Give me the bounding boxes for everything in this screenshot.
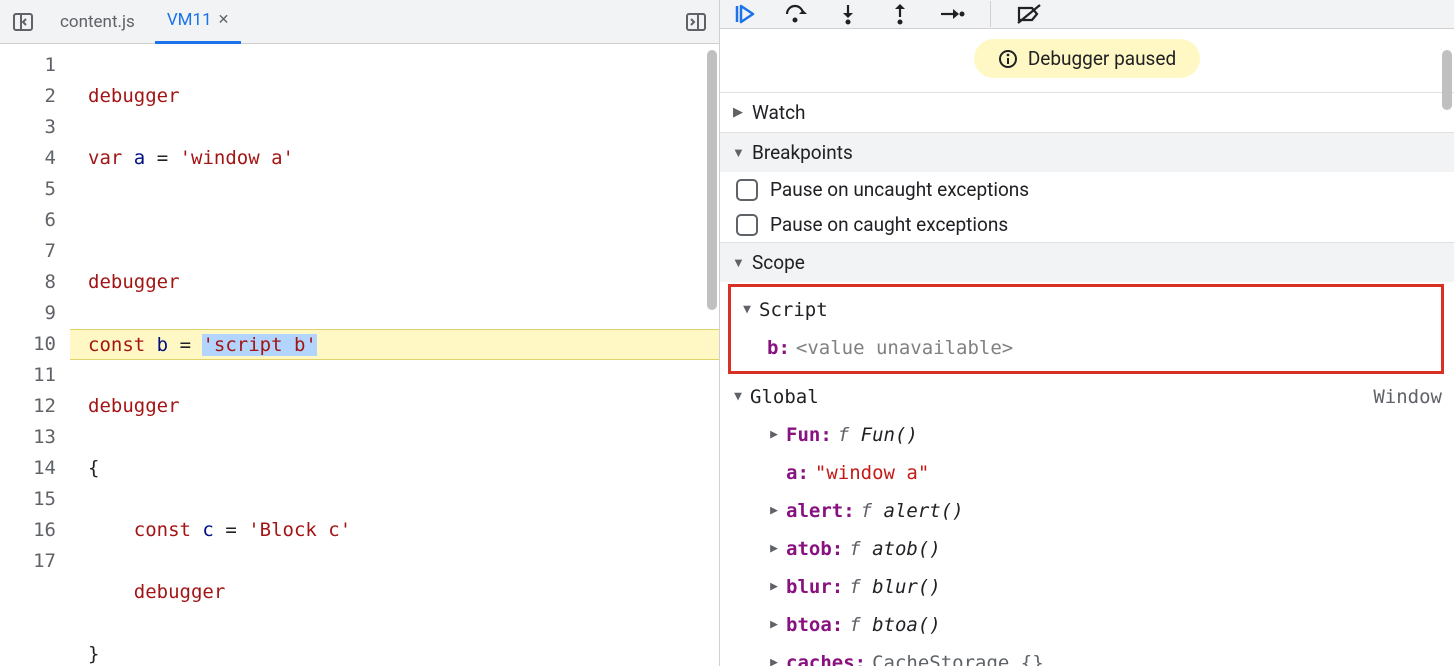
- checkbox[interactable]: [736, 179, 758, 201]
- scrollbar[interactable]: [1442, 50, 1452, 110]
- scope-prop-btoa[interactable]: ▶btoa: f btoa(): [720, 606, 1454, 644]
- chevron-down-icon: ▼: [732, 382, 744, 412]
- breakpoints-section: ▼ Breakpoints Pause on uncaught exceptio…: [720, 132, 1454, 242]
- scope-prop-blur[interactable]: ▶blur: f blur(): [720, 568, 1454, 606]
- scope-header[interactable]: ▼ Scope: [720, 243, 1454, 282]
- tab-content-js[interactable]: content.js: [48, 0, 147, 44]
- scope-title: Global: [750, 382, 819, 412]
- script-scope-row[interactable]: ▼ Script: [737, 291, 1435, 329]
- source-tabbar: content.js VM11 ✕: [0, 0, 719, 44]
- chevron-down-icon: ▼: [732, 145, 744, 161]
- checkbox-label: Pause on caught exceptions: [770, 213, 1008, 236]
- prop-value: f blur(): [849, 572, 941, 602]
- prop-name: a:: [786, 458, 809, 488]
- watch-header[interactable]: ▶ Watch: [720, 93, 1454, 132]
- deactivate-breakpoints-icon[interactable]: [1015, 0, 1043, 28]
- prop-name: Fun:: [786, 420, 832, 450]
- step-into-icon[interactable]: [834, 0, 862, 28]
- info-icon: [998, 49, 1018, 69]
- scope-prop-alert[interactable]: ▶alert: f alert(): [720, 492, 1454, 530]
- line-gutter: 1234 5678 9101112 13141516 17: [0, 44, 70, 666]
- scope-prop-Fun[interactable]: ▶Fun: f Fun(): [720, 416, 1454, 454]
- close-icon[interactable]: ✕: [218, 12, 230, 28]
- scope-prop-caches[interactable]: ▶ caches: CacheStorage {}: [720, 644, 1454, 666]
- scope-value: <value unavailable>: [796, 333, 1013, 363]
- debug-toolbar: [720, 0, 1454, 29]
- more-tabs-icon[interactable]: [679, 7, 713, 37]
- prop-name: btoa:: [786, 610, 843, 640]
- status-text: Debugger paused: [1028, 47, 1176, 70]
- prop-name: blur:: [786, 572, 843, 602]
- scope-prop-atob[interactable]: ▶atob: f atob(): [720, 530, 1454, 568]
- step-icon[interactable]: [938, 0, 966, 28]
- chevron-right-icon: ▶: [732, 105, 744, 120]
- tab-vm11[interactable]: VM11 ✕: [155, 0, 242, 44]
- prop-value: f btoa(): [849, 610, 941, 640]
- breakpoints-header[interactable]: ▼ Breakpoints: [720, 133, 1454, 172]
- step-out-icon[interactable]: [886, 0, 914, 28]
- chevron-right-icon: ▶: [768, 572, 780, 602]
- scope-prop-a[interactable]: a: "window a": [720, 454, 1454, 492]
- step-over-icon[interactable]: [782, 0, 810, 28]
- prop-value: f Fun(): [838, 420, 918, 450]
- code-editor[interactable]: 1234 5678 9101112 13141516 17 debugger v…: [0, 44, 719, 666]
- section-title: Scope: [752, 251, 805, 274]
- prop-value: f alert(): [861, 496, 964, 526]
- prop-name: caches:: [786, 648, 866, 666]
- chevron-down-icon: ▼: [741, 295, 753, 325]
- pause-uncaught-row[interactable]: Pause on uncaught exceptions: [720, 172, 1454, 207]
- global-scope-row[interactable]: ▼ Global Window: [720, 378, 1454, 416]
- source-pane: content.js VM11 ✕ 1234 5678 9101112 1314…: [0, 0, 720, 666]
- chevron-right-icon: ▶: [768, 534, 780, 564]
- watch-section: ▶ Watch: [720, 92, 1454, 132]
- section-title: Breakpoints: [752, 141, 853, 164]
- chevron-right-icon: ▶: [768, 496, 780, 526]
- scope-title: Script: [759, 295, 828, 325]
- show-navigator-icon[interactable]: [6, 7, 40, 37]
- prop-value: f atob(): [849, 534, 941, 564]
- scope-prop-b[interactable]: b: <value unavailable>: [737, 329, 1435, 367]
- chevron-right-icon: ▶: [768, 420, 780, 450]
- status-bar: Debugger paused: [720, 29, 1454, 92]
- chevron-right-icon: ▶: [768, 648, 780, 666]
- pause-caught-row[interactable]: Pause on caught exceptions: [720, 207, 1454, 242]
- script-scope-highlight: ▼ Script b: <value unavailable>: [728, 284, 1444, 374]
- resume-icon[interactable]: [730, 0, 758, 28]
- tab-label: content.js: [60, 12, 135, 32]
- debugger-paused-pill: Debugger paused: [974, 39, 1200, 78]
- chevron-down-icon: ▼: [732, 255, 744, 271]
- debugger-pane: Debugger paused ▶ Watch ▼ Breakpoints Pa…: [720, 0, 1454, 666]
- code-body[interactable]: debugger var a = 'window a' debugger con…: [70, 44, 719, 666]
- scope-type: Window: [1373, 382, 1442, 412]
- prop-name: atob:: [786, 534, 843, 564]
- execution-line: const b = 'script b': [70, 329, 719, 360]
- scope-section: ▼ Scope ▼ Script b: <value unavailable> …: [720, 242, 1454, 666]
- tab-label: VM11: [167, 10, 212, 30]
- prop-name: alert:: [786, 496, 855, 526]
- prop-value: CacheStorage {}: [872, 648, 1044, 666]
- checkbox[interactable]: [736, 214, 758, 236]
- checkbox-label: Pause on uncaught exceptions: [770, 178, 1029, 201]
- section-title: Watch: [752, 101, 806, 124]
- chevron-right-icon: ▶: [768, 610, 780, 640]
- scrollbar[interactable]: [707, 50, 717, 310]
- prop-value: "window a": [815, 458, 929, 488]
